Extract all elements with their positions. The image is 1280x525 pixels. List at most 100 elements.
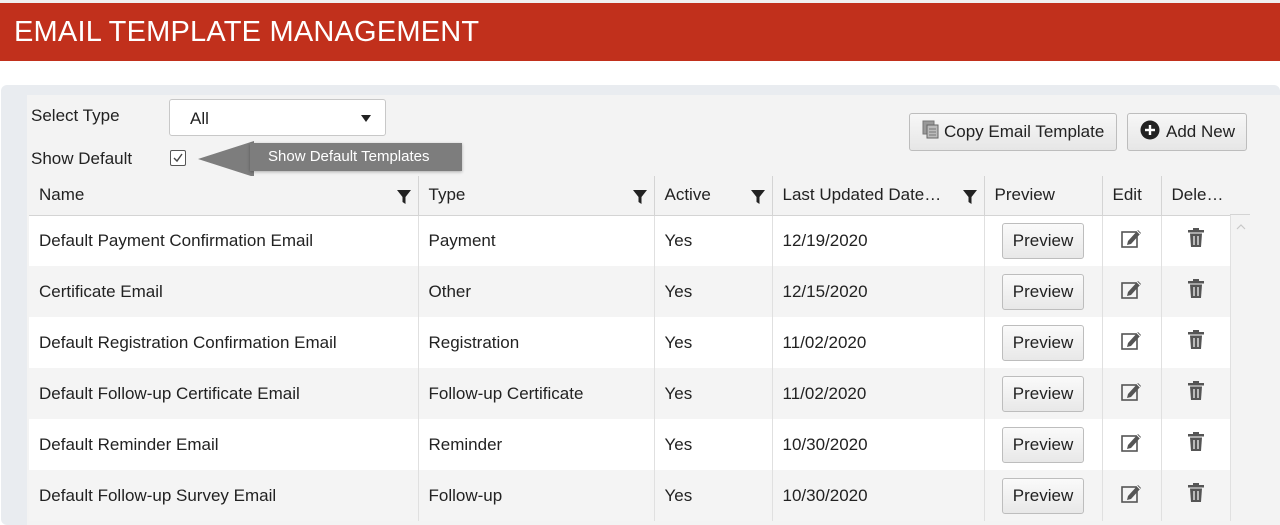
cell-type: Payment [418,215,655,266]
cell-active: Yes [654,266,773,317]
select-type-dropdown[interactable]: All [169,99,386,136]
email-template-table: Name Type Active Last Updated Date… Prev… [29,176,1231,521]
cell-delete [1161,470,1231,521]
preview-button[interactable]: Preview [1002,273,1084,310]
page-header: EMAIL TEMPLATE MANAGEMENT [0,3,1280,61]
filter-icon[interactable] [396,189,412,210]
cell-delete [1161,419,1231,470]
table-row[interactable]: Default Reminder Email Reminder Yes 10/30/2… [29,419,1231,470]
show-default-label: Show Default [31,149,133,168]
cell-edit [1102,266,1162,317]
cell-type: Follow-up Certificate [418,368,655,419]
edit-icon[interactable] [1120,230,1144,253]
show-default-tooltip: Show Default Templates [198,139,464,179]
trash-icon[interactable] [1187,381,1205,405]
cell-active: Yes [654,368,773,419]
cell-name: Default Reminder Email [29,419,419,470]
select-type-value: All [190,109,209,128]
cell-preview: Preview [984,317,1103,368]
cell-last-updated: 12/19/2020 [772,215,985,266]
cell-edit [1102,419,1162,470]
preview-button[interactable]: Preview [1002,477,1084,514]
chevron-up-icon[interactable] [1236,223,1246,230]
cell-delete [1161,215,1231,266]
trash-icon[interactable] [1187,432,1205,456]
cell-delete [1161,368,1231,419]
cell-last-updated: 10/30/2020 [772,470,985,521]
cell-last-updated: 12/15/2020 [772,266,985,317]
tooltip-arrow [198,141,254,177]
cell-type: Follow-up [418,470,655,521]
header-filler [1230,176,1250,215]
trash-icon[interactable] [1187,279,1205,303]
cell-active: Yes [654,419,773,470]
cell-preview: Preview [984,368,1103,419]
column-header-last-updated[interactable]: Last Updated Date… [772,176,985,216]
trash-icon[interactable] [1187,330,1205,354]
edit-icon[interactable] [1120,383,1144,406]
edit-icon[interactable] [1120,485,1144,508]
page-title: EMAIL TEMPLATE MANAGEMENT [14,16,480,48]
cell-preview: Preview [984,266,1103,317]
filter-icon[interactable] [632,189,648,210]
filter-icon[interactable] [750,189,766,210]
show-default-checkbox[interactable] [170,150,186,166]
cell-last-updated: 11/02/2020 [772,368,985,419]
select-type-label: Select Type [31,106,120,125]
cell-type: Reminder [418,419,655,470]
column-header-preview: Preview [984,176,1103,216]
add-new-button[interactable]: Add New [1127,113,1247,151]
column-header-type[interactable]: Type [418,176,655,216]
table-row[interactable]: Default Follow-up Survey Email Follow-up Y… [29,470,1231,521]
column-header-edit: Edit [1102,176,1162,216]
cell-name: Default Follow-up Survey Email [29,470,419,521]
edit-icon[interactable] [1120,332,1144,355]
cell-preview: Preview [984,419,1103,470]
column-header-active[interactable]: Active [654,176,773,216]
cell-last-updated: 10/30/2020 [772,419,985,470]
plus-circle-icon [1140,120,1160,145]
table-row[interactable]: Certificate Email Other Yes 12/15/2020 Previ… [29,266,1231,317]
cell-name: Default Registration Confirmation Email [29,317,419,368]
cell-name: Default Follow-up Certificate Email [29,368,419,419]
cell-edit [1102,215,1162,266]
cell-edit [1102,317,1162,368]
cell-active: Yes [654,317,773,368]
column-header-delete: Dele… [1161,176,1231,216]
preview-button[interactable]: Preview [1002,324,1084,361]
tooltip-text: Show Default Templates [250,143,462,171]
table-row[interactable]: Default Registration Confirmation Email R… [29,317,1231,368]
cell-type: Registration [418,317,655,368]
checkmark-icon [173,153,183,163]
column-header-name[interactable]: Name [29,176,419,216]
table-row[interactable]: Default Payment Confirmation Email Paymen… [29,215,1231,266]
cell-name: Certificate Email [29,266,419,317]
preview-button[interactable]: Preview [1002,375,1084,412]
cell-active: Yes [654,215,773,266]
trash-icon[interactable] [1187,228,1205,252]
copy-email-template-label: Copy Email Template [944,122,1105,141]
edit-icon[interactable] [1120,281,1144,304]
preview-button[interactable]: Preview [1002,426,1084,463]
cell-preview: Preview [984,215,1103,266]
cell-last-updated: 11/02/2020 [772,317,985,368]
cell-active: Yes [654,470,773,521]
filter-icon[interactable] [962,189,978,210]
trash-icon[interactable] [1187,483,1205,507]
cell-type: Other [418,266,655,317]
cell-edit [1102,368,1162,419]
table-row[interactable]: Default Follow-up Certificate Email Follo… [29,368,1231,419]
chevron-down-icon [361,115,371,122]
cell-name: Default Payment Confirmation Email [29,215,419,266]
table-header-row: Name Type Active Last Updated Date… Prev… [29,176,1231,216]
cell-delete [1161,266,1231,317]
cell-delete [1161,317,1231,368]
preview-button[interactable]: Preview [1002,222,1084,259]
cell-preview: Preview [984,470,1103,521]
copy-icon [922,120,940,145]
edit-icon[interactable] [1120,434,1144,457]
copy-email-template-button[interactable]: Copy Email Template [909,113,1117,151]
vertical-scrollbar[interactable] [1230,215,1250,520]
add-new-label: Add New [1166,122,1235,141]
cell-edit [1102,470,1162,521]
